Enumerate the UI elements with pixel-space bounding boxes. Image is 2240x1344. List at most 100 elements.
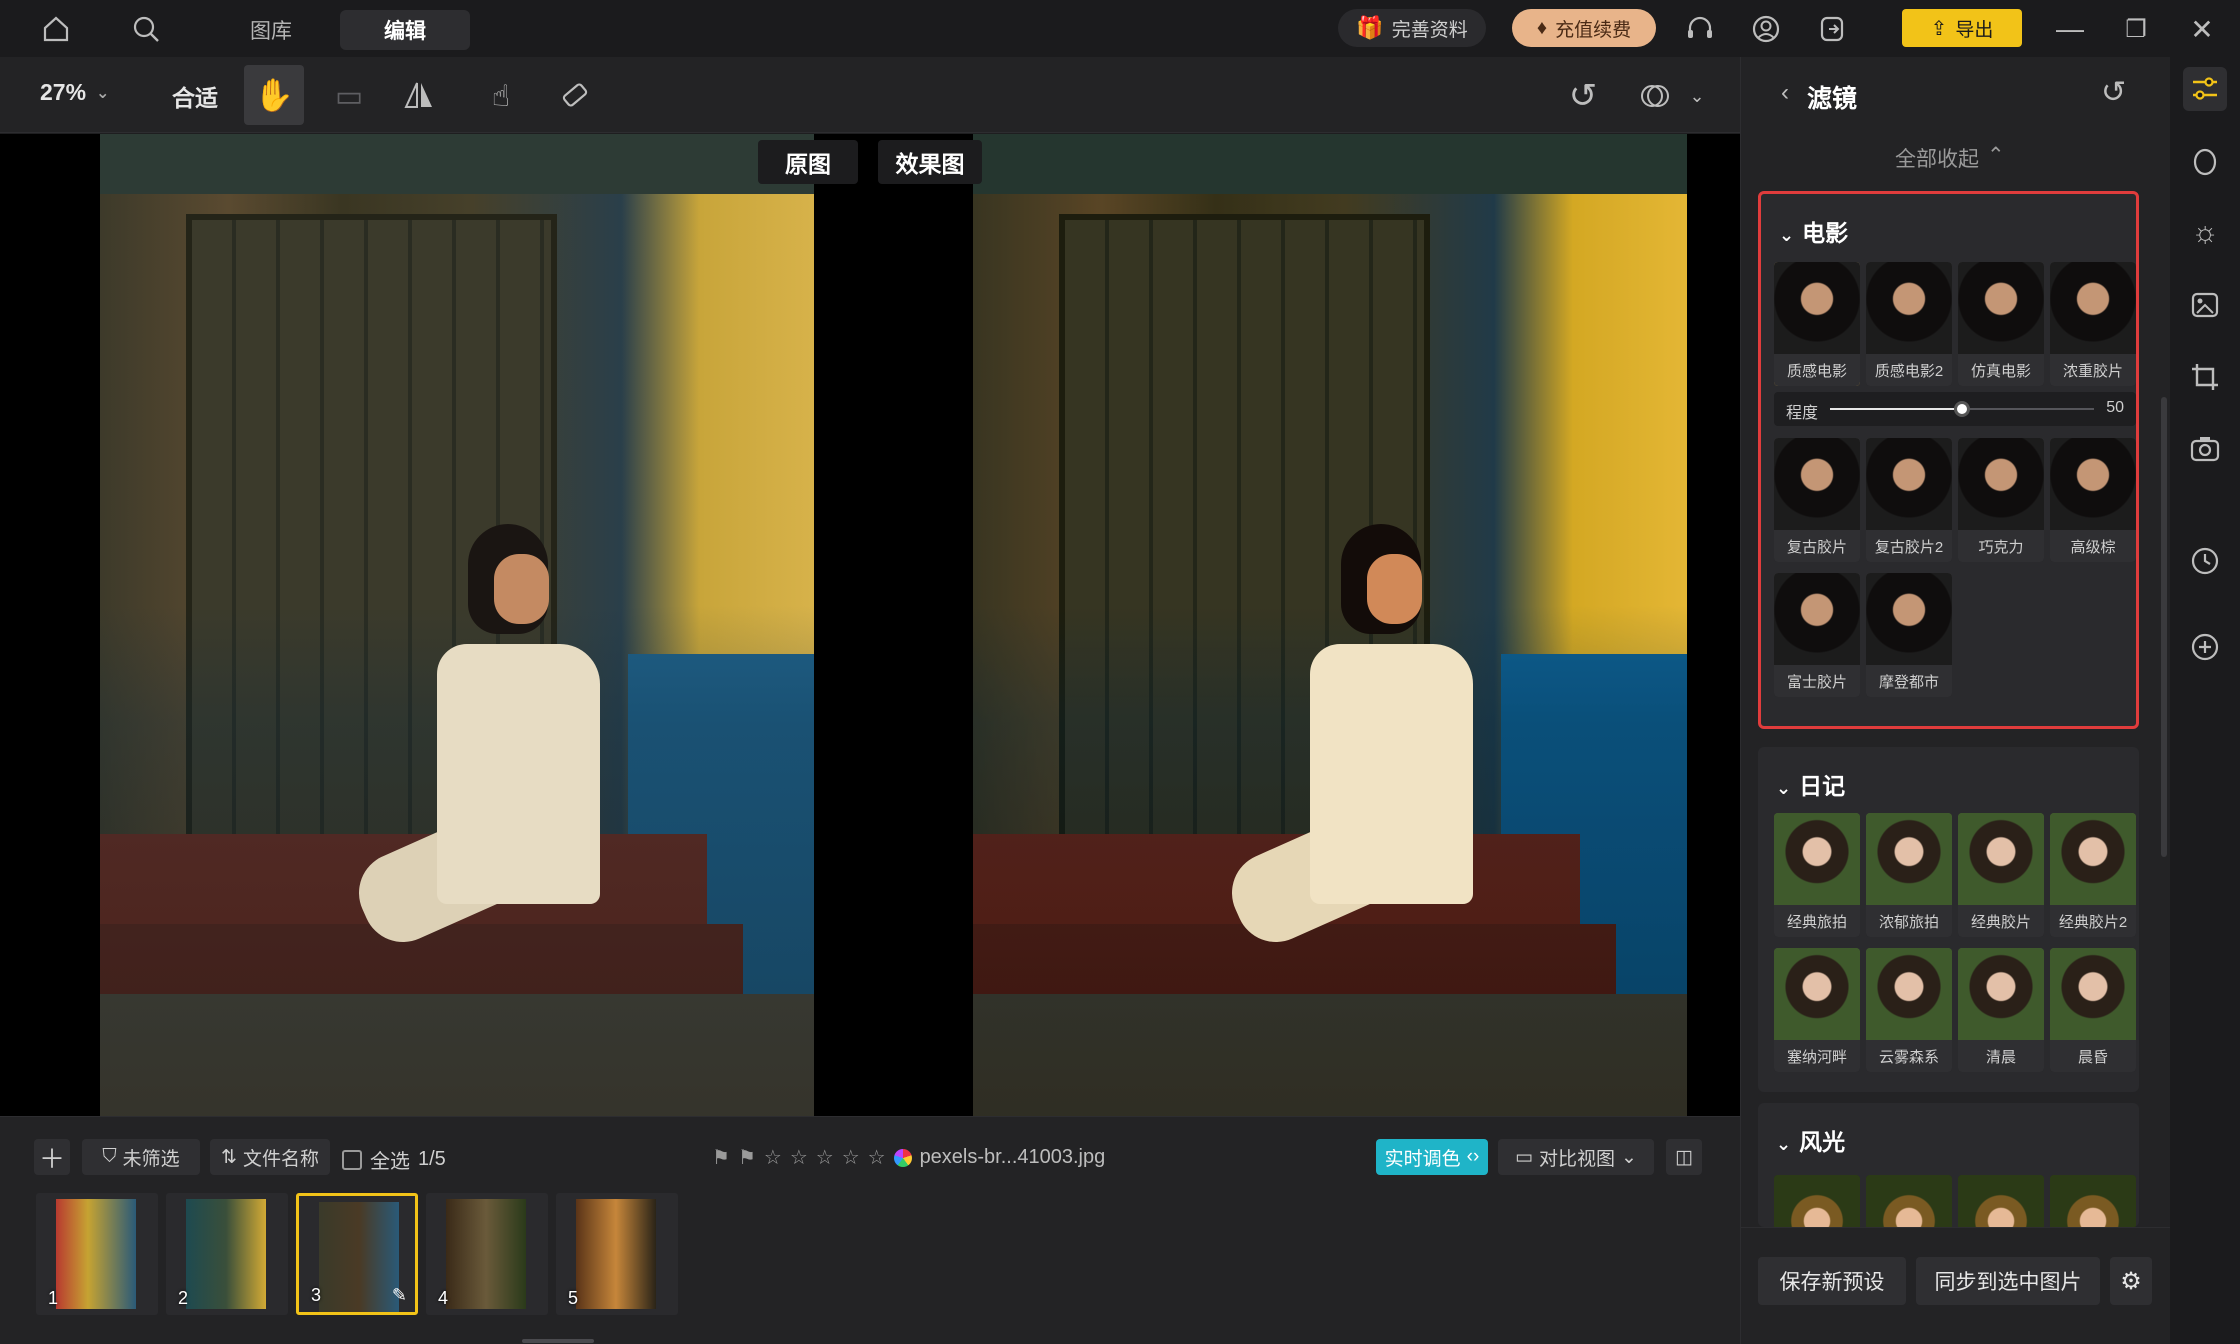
filter-tile[interactable]: 清晨 [1958, 948, 2044, 1072]
filter-tile[interactable]: 巧克力 [1958, 438, 2044, 562]
image-edit-icon[interactable] [2183, 283, 2227, 327]
compare-icon[interactable] [1630, 71, 1680, 121]
crop-icon[interactable] [2183, 355, 2227, 399]
thumbnail-number: 5 [568, 1288, 579, 1308]
funnel-icon: ⛉ [102, 1146, 117, 1167]
filter-tile[interactable]: 晨昏 [2050, 948, 2136, 1072]
section-header[interactable]: ⌄ 风光 [1776, 1123, 1845, 1157]
filter-tile[interactable]: 云雾森系 [1866, 948, 1952, 1072]
complete-profile-label: 完善资料 [1391, 19, 1468, 41]
filter-button[interactable]: ⛉ 未筛选 [82, 1139, 200, 1175]
slider-handle[interactable] [1954, 401, 1970, 417]
back-icon[interactable]: ‹ [1781, 79, 1789, 107]
hand-tool-icon[interactable]: ✋ [244, 65, 304, 125]
filter-tile[interactable]: 复古胶片 [1774, 438, 1860, 562]
realtime-toggle[interactable]: 实时调色 ‹› [1376, 1139, 1488, 1175]
complete-profile-button[interactable]: 🎁 完善资料 [1338, 9, 1486, 47]
filter-tile[interactable]: 经典胶片2 [2050, 813, 2136, 937]
fit-button[interactable]: 合适 [172, 79, 218, 113]
star-icon[interactable]: ☆ [842, 1145, 860, 1170]
star-icon[interactable]: ☆ [868, 1145, 886, 1170]
image-canvas[interactable]: 原图 效果图 [0, 134, 1740, 1116]
intensity-slider[interactable]: 程度 50 [1774, 392, 2136, 426]
select-all-checkbox[interactable]: 全选 1/5 [342, 1145, 446, 1174]
filter-tile[interactable]: 塞纳河畔 [1774, 948, 1860, 1072]
filmstrip-bar: ＋ ⛉ 未筛选 ⇅ 文件名称 全选 1/5 ⚑ ⚑ ☆ ☆ ☆ ☆ ☆ pexe… [0, 1116, 1740, 1344]
home-icon[interactable] [36, 9, 76, 49]
star-icon[interactable]: ☆ [764, 1145, 782, 1170]
split-view-icon[interactable]: ◫ [1666, 1139, 1702, 1175]
filter-tile[interactable]: 摩登都市 [1866, 573, 1952, 697]
color-label-icon[interactable] [893, 1148, 912, 1167]
filter-tile[interactable] [1958, 1175, 2044, 1227]
filter-tile[interactable]: 质感电影 [1774, 262, 1860, 386]
diamond-icon: ♦ [1536, 16, 1548, 39]
settings-gear-icon[interactable]: ⚙ [2110, 1257, 2152, 1305]
flag-icon[interactable]: ⚑ [712, 1145, 730, 1170]
filmstrip-scrollbar[interactable] [522, 1339, 594, 1343]
collapse-all-label: 全部收起 [1895, 148, 1979, 171]
undo-icon[interactable]: ↺ [1558, 71, 1608, 121]
filter-tile[interactable]: 浓重胶片 [2050, 262, 2136, 386]
thumbnail[interactable]: 4 [426, 1193, 548, 1315]
share-icon[interactable] [1812, 9, 1852, 49]
section-header[interactable]: ⌄ 日记 [1776, 767, 1845, 801]
filter-tile[interactable]: 经典旅拍 [1774, 813, 1860, 937]
search-icon[interactable] [126, 9, 166, 49]
flip-icon[interactable] [394, 71, 444, 121]
star-icon[interactable]: ☆ [790, 1145, 808, 1170]
star-icon[interactable]: ☆ [816, 1145, 834, 1170]
filter-tile[interactable]: 经典胶片 [1958, 813, 2044, 937]
tab-edit[interactable]: 编辑 [340, 10, 470, 50]
add-icon[interactable]: ＋ [34, 1139, 70, 1175]
filter-tile[interactable]: 高级棕 [2050, 438, 2136, 562]
camera-icon[interactable] [2183, 427, 2227, 471]
filter-tile[interactable]: 复古胶片2 [1866, 438, 1952, 562]
zoom-dropdown[interactable]: 27% ⌄ [40, 79, 109, 106]
minimize-icon[interactable]: — [2050, 9, 2090, 49]
filter-name: 云雾森系 [1866, 1040, 1952, 1072]
selection-count: 1/5 [418, 1148, 446, 1170]
filter-tile[interactable] [1866, 1175, 1952, 1227]
sun-icon[interactable]: ☼ [2183, 211, 2227, 255]
thumbnail[interactable]: 5 [556, 1193, 678, 1315]
sort-button[interactable]: ⇅ 文件名称 [210, 1139, 330, 1175]
adjust-sliders-icon[interactable] [2183, 67, 2227, 111]
restore-icon[interactable]: ❐ [2116, 9, 2156, 49]
thumbnail[interactable]: 1 [36, 1193, 158, 1315]
export-label: 导出 [1955, 19, 1994, 41]
thumbnail-selected[interactable]: 3 ✎ [296, 1193, 418, 1315]
face-icon[interactable] [2183, 139, 2227, 183]
tab-gallery[interactable]: 图库 [232, 10, 310, 50]
reset-icon[interactable]: ↺ [2101, 75, 2126, 110]
chevron-down-icon[interactable]: ⌄ [1682, 71, 1712, 121]
headset-icon[interactable] [1680, 9, 1720, 49]
close-icon[interactable]: ✕ [2182, 9, 2222, 49]
filter-tile[interactable]: 富士胶片 [1774, 573, 1860, 697]
view-dropdown[interactable]: ▭ 对比视图 ⌄ [1498, 1139, 1654, 1175]
add-circle-icon[interactable] [2183, 625, 2227, 669]
slider-value: 50 [2106, 399, 2124, 416]
sync-selected-button[interactable]: 同步到选中图片 [1916, 1257, 2100, 1305]
zoom-value: 27% [40, 79, 87, 105]
panel-scrollbar[interactable] [2161, 397, 2167, 857]
filter-tile[interactable] [2050, 1175, 2136, 1227]
thumbnail[interactable]: 2 [166, 1193, 288, 1315]
eraser-icon[interactable] [550, 71, 600, 121]
sort-label: 文件名称 [242, 1148, 319, 1170]
filter-name: 巧克力 [1958, 530, 2044, 562]
vip-renew-button[interactable]: ♦ 充值续费 [1512, 9, 1656, 47]
filter-tile[interactable]: 浓郁旅拍 [1866, 813, 1952, 937]
history-clock-icon[interactable] [2183, 539, 2227, 583]
chevron-down-icon: ⌄ [96, 84, 110, 102]
filter-tile[interactable] [1774, 1175, 1860, 1227]
filter-tile[interactable]: 质感电影2 [1866, 262, 1952, 386]
export-button[interactable]: ⇪ 导出 [1902, 9, 2022, 47]
section-header[interactable]: ⌄ 电影 [1779, 214, 1848, 248]
reject-flag-icon[interactable]: ⚑ [738, 1145, 756, 1170]
user-icon[interactable] [1746, 9, 1786, 49]
filter-tile[interactable]: 仿真电影 [1958, 262, 2044, 386]
save-preset-button[interactable]: 保存新预设 [1758, 1257, 1906, 1305]
touch-icon[interactable]: ☝ [476, 71, 526, 121]
collapse-all-button[interactable]: 全部收起 ⌃ [1895, 143, 2005, 173]
